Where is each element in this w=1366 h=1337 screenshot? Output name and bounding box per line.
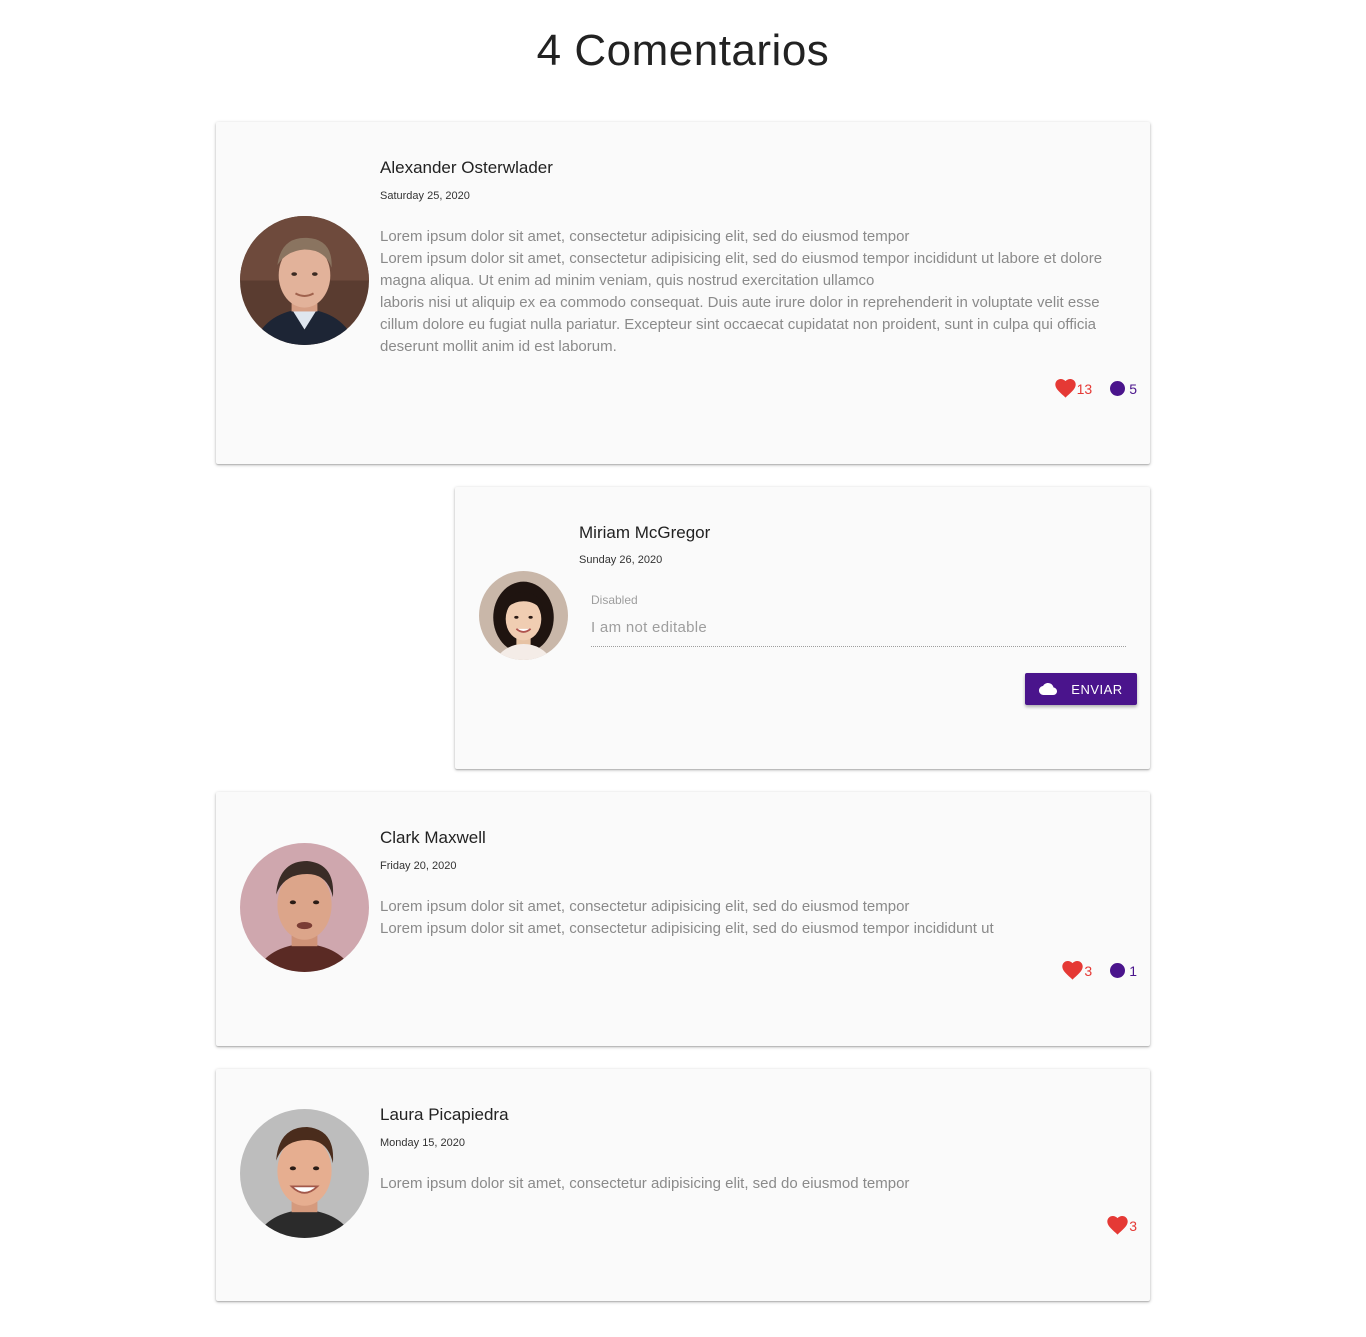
page-title: 4 Comentarios <box>536 26 830 75</box>
comment-body: Lorem ipsum dolor sit amet, consectetur … <box>380 226 1120 358</box>
like-button[interactable]: 3 <box>1107 1216 1137 1235</box>
comment-body: Lorem ipsum dolor sit amet, consectetur … <box>380 1173 1120 1195</box>
send-button-label: ENVIAR <box>1071 681 1123 697</box>
comment-line: Lorem ipsum dolor sit amet, consectetur … <box>380 1175 910 1192</box>
comment-body: Lorem ipsum dolor sit amet, consectetur … <box>380 896 1120 940</box>
comment-author: Laura Picapiedra <box>380 1105 509 1124</box>
cloud-icon <box>1039 683 1058 695</box>
comment-author: Alexander Osterwlader <box>380 158 553 177</box>
comment-date: Sunday 26, 2020 <box>579 554 663 566</box>
reply-button[interactable]: 5 <box>1110 381 1137 397</box>
reply-card: Miriam McGregor Sunday 26, 2020 Disabled… <box>455 487 1150 769</box>
comment-stats: 3 1 <box>1062 961 1137 980</box>
like-count: 3 <box>1084 962 1093 979</box>
like-count: 3 <box>1129 1217 1137 1234</box>
field-label: Disabled <box>591 593 638 607</box>
comment-line: laboris nisi ut aliquip ex ea commodo co… <box>380 294 1100 355</box>
comment-line: Lorem ipsum dolor sit amet, consectetur … <box>380 250 1103 289</box>
comment-stats: 3 <box>1107 1216 1137 1235</box>
comment-line: Lorem ipsum dolor sit amet, consectetur … <box>380 898 910 915</box>
send-button[interactable]: ENVIAR <box>1025 673 1137 705</box>
avatar <box>240 843 369 972</box>
comment-author: Clark Maxwell <box>380 828 486 847</box>
avatar <box>479 571 568 660</box>
like-count: 13 <box>1076 380 1093 397</box>
comment-line: Lorem ipsum dolor sit amet, consectetur … <box>380 920 994 937</box>
reply-button[interactable]: 1 <box>1110 963 1137 979</box>
comment-stats: 13 5 <box>1054 379 1137 398</box>
comment-line: Lorem ipsum dolor sit amet, consectetur … <box>380 228 910 245</box>
like-button[interactable]: 13 <box>1054 379 1093 398</box>
comment-date: Monday 15, 2020 <box>380 1137 466 1149</box>
heart-icon <box>1107 1216 1128 1235</box>
heart-icon <box>1054 379 1076 398</box>
avatar <box>240 216 369 345</box>
heart-icon <box>1062 961 1084 980</box>
like-button[interactable]: 3 <box>1062 961 1092 980</box>
avatar <box>240 1109 369 1238</box>
comment-card: Clark Maxwell Friday 20, 2020 Lorem ipsu… <box>216 792 1150 1046</box>
comment-card: Alexander Osterwlader Saturday 25, 2020 … <box>216 122 1150 464</box>
comment-date: Friday 20, 2020 <box>380 860 457 872</box>
comment-date: Saturday 25, 2020 <box>380 190 470 202</box>
reply-count: 5 <box>1129 380 1137 397</box>
comment-input[interactable] <box>591 619 1126 647</box>
circle-icon <box>1110 963 1126 978</box>
circle-icon <box>1110 381 1126 396</box>
reply-count: 1 <box>1129 962 1137 979</box>
comment-card: Laura Picapiedra Monday 15, 2020 Lorem i… <box>216 1069 1150 1301</box>
comment-author: Miriam McGregor <box>579 523 711 542</box>
